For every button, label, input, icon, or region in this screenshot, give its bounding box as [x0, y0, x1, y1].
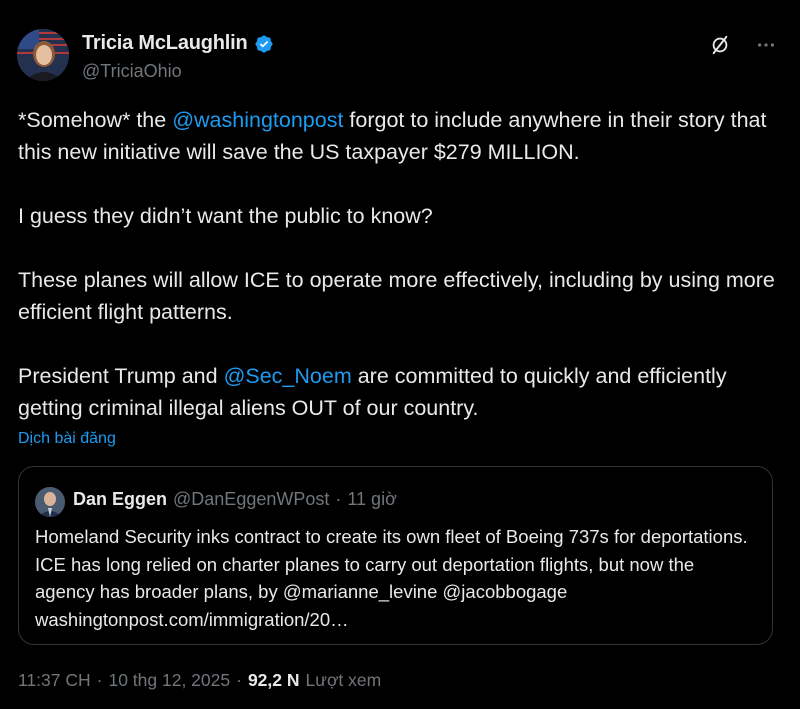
quoted-author-avatar[interactable] — [35, 487, 65, 517]
tweet-paragraph-4: President Trump and @Sec_Noem are commit… — [18, 360, 788, 424]
quoted-tweet-card[interactable]: Dan Eggen @DanEggenWPost · 11 giờ Homela… — [18, 466, 773, 645]
meta-separator-2: · — [236, 670, 242, 690]
more-dots-icon[interactable] — [754, 33, 778, 57]
quoted-tweet-text: Homeland Security inks contract to creat… — [35, 526, 748, 630]
author-name-row: Tricia McLaughlin — [82, 32, 274, 55]
translate-post-link[interactable]: Dịch bài đăng — [18, 430, 116, 448]
quoted-author-name[interactable]: Dan Eggen — [73, 489, 167, 510]
quoted-header: Dan Eggen @DanEggenWPost · 11 giờ — [73, 489, 397, 510]
tweet-paragraph-3: These planes will allow ICE to operate m… — [18, 268, 775, 324]
tweet-text-p4-pre: President Trump and — [18, 364, 224, 388]
mention-link-washingtonpost[interactable]: @washingtonpost — [172, 108, 343, 132]
tweet-time[interactable]: 11:37 CH — [18, 670, 91, 691]
tweet-meta: 11:37 CH · 10 thg 12, 2025 · 92,2 N Lượt… — [18, 670, 381, 691]
tweet-text: *Somehow* the @washingtonpost forgot to … — [18, 104, 788, 424]
tweet-text-p1-pre: *Somehow* the — [18, 108, 173, 132]
tweet-card: Tricia McLaughlin @TriciaOhio *Somehow* … — [0, 0, 800, 709]
meta-separator: · — [96, 670, 103, 690]
views-count[interactable]: 92,2 N — [248, 670, 300, 691]
author-handle[interactable]: @TriciaOhio — [82, 61, 182, 82]
grok-slash-icon[interactable] — [708, 33, 732, 57]
author-name[interactable]: Tricia McLaughlin — [82, 32, 248, 55]
tweet-paragraph-2: I guess they didn’t want the public to k… — [18, 204, 433, 228]
quoted-author-handle[interactable]: @DanEggenWPost — [173, 489, 329, 510]
quoted-timestamp[interactable]: 11 giờ — [347, 489, 397, 510]
views-label: Lượt xem — [305, 670, 382, 690]
quoted-separator: · — [335, 489, 342, 509]
top-actions — [708, 33, 778, 57]
tweet-date[interactable]: 10 thg 12, 2025 — [108, 670, 230, 691]
mention-link-sec-noem[interactable]: @Sec_Noem — [224, 364, 352, 388]
author-avatar[interactable] — [17, 29, 69, 81]
verified-badge-icon[interactable] — [254, 34, 274, 54]
tweet-paragraph-1: *Somehow* the @washingtonpost forgot to … — [18, 104, 788, 168]
